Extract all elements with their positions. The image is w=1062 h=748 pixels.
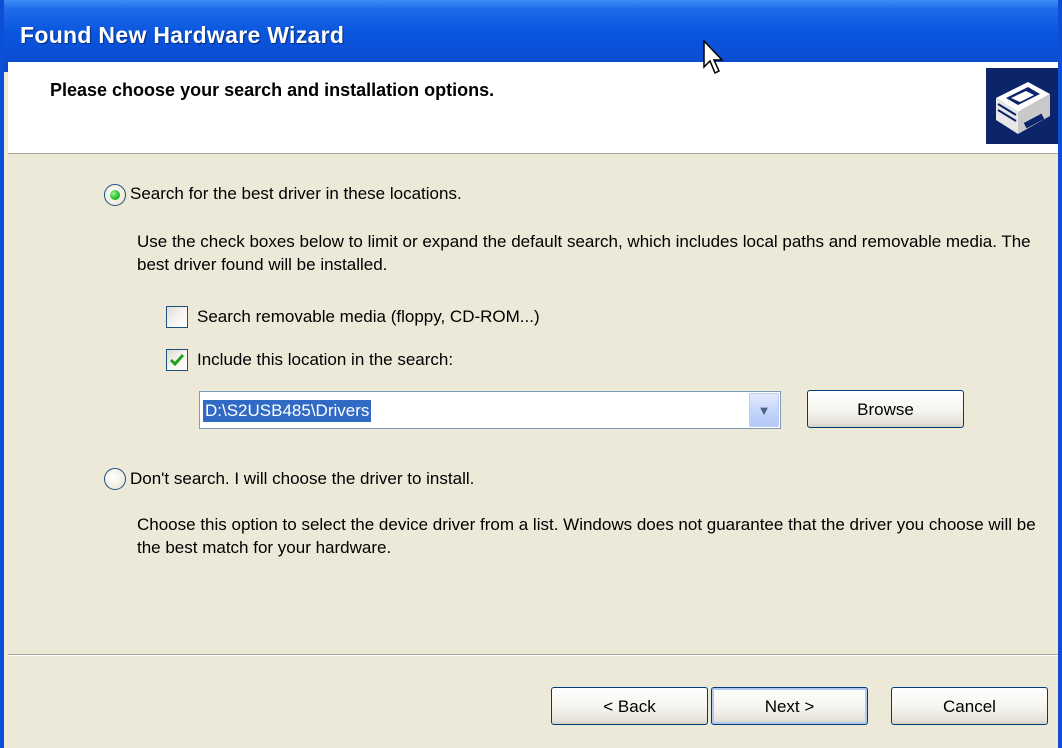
location-value[interactable]: D:\S2USB485\Drivers [203,400,372,422]
cancel-button[interactable]: Cancel [891,687,1048,725]
checkmark-icon [169,354,185,367]
dont-search-description: Choose this option to select the device … [137,515,1036,557]
removable-media-checkbox[interactable] [166,306,188,328]
wizard-window: Found New Hardware Wizard Please choose … [0,0,1062,748]
include-location-label[interactable]: Include this location in the search: [197,350,453,370]
search-best-driver-radio[interactable] [104,184,126,206]
footer-divider [8,654,1058,656]
dont-search-radio[interactable] [104,468,126,490]
location-combobox[interactable]: D:\S2USB485\Drivers ▼ [199,391,781,429]
dont-search-label[interactable]: Don't search. I will choose the driver t… [130,469,474,489]
search-best-driver-label[interactable]: Search for the best driver in these loca… [130,184,462,204]
removable-media-label[interactable]: Search removable media (floppy, CD-ROM..… [197,307,540,327]
next-button[interactable]: Next > [711,687,868,725]
browse-button[interactable]: Browse [807,390,964,428]
radio-selected-dot [110,190,120,200]
wizard-content: Search for the best driver in these loca… [4,0,1058,748]
chevron-down-icon[interactable]: ▼ [749,393,779,427]
include-location-checkbox[interactable] [166,349,188,371]
back-button[interactable]: < Back [551,687,708,725]
search-description: Use the check boxes below to limit or ex… [137,232,1031,274]
mouse-cursor-icon [703,40,724,75]
